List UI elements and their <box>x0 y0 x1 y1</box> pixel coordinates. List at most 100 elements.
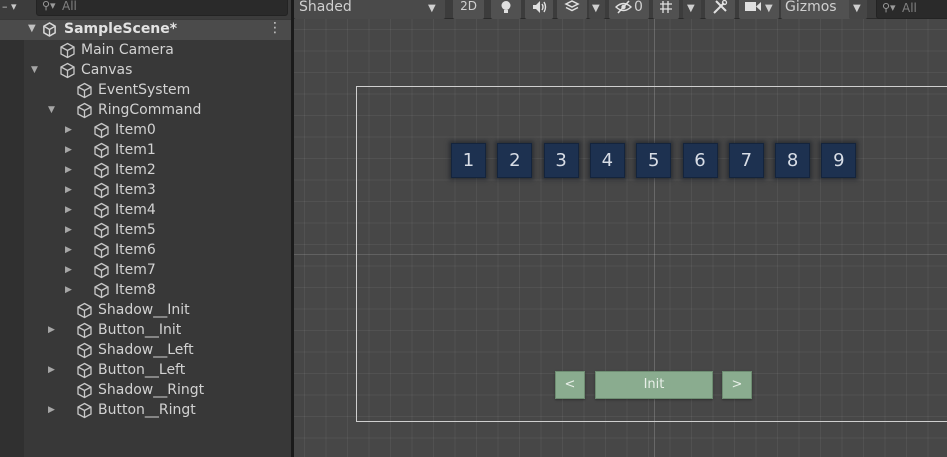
effects-toggle-button[interactable] <box>557 0 587 19</box>
more-options-icon[interactable]: ⋮ <box>268 20 282 36</box>
expand-arrow-icon[interactable]: ▼ <box>48 100 55 120</box>
chevron-down-icon: ▼ <box>687 3 695 14</box>
chevron-down-icon: ▼ <box>853 3 861 14</box>
lightbulb-icon <box>501 1 511 13</box>
expand-arrow-icon[interactable]: ▼ <box>28 23 36 34</box>
gameobject-cube-icon <box>76 382 93 399</box>
eye-hidden-icon <box>615 0 632 14</box>
hierarchy-item-label: Main Camera <box>81 42 174 58</box>
hierarchy-item[interactable]: ▶ Item8 <box>0 280 292 300</box>
hierarchy-item[interactable]: ▼ Canvas <box>0 60 292 80</box>
scene-root-row[interactable]: ▼ SampleScene* ⋮ <box>0 20 292 40</box>
hierarchy-item-label: Shadow__Left <box>98 342 194 358</box>
hierarchy-item[interactable]: ▶ Item5 <box>0 220 292 240</box>
collapse-arrow-icon[interactable]: ▶ <box>65 200 72 220</box>
hierarchy-item[interactable]: ▶ Button__Init <box>0 320 292 340</box>
toggle-2d-button[interactable]: 2D <box>453 0 484 19</box>
gameobject-cube-icon <box>93 162 110 179</box>
scene-name: SampleScene* <box>64 21 178 37</box>
chevron-down-icon: ▼ <box>428 3 436 14</box>
scene-view[interactable]: Shaded ▼ 2D ▼ 0 ▼ ▼ Gizmos ▼ ⚲▾ All 1 2 … <box>294 0 947 457</box>
gizmos-button[interactable]: Gizmos <box>781 0 853 19</box>
number-button[interactable]: 6 <box>682 143 718 178</box>
scene-search-input[interactable]: ⚲▾ All <box>876 0 947 19</box>
gameobject-cube-icon <box>76 342 93 359</box>
tools-icon <box>713 0 728 14</box>
gameobject-cube-icon <box>93 182 110 199</box>
hierarchy-item-label: Item3 <box>115 182 156 198</box>
collapse-arrow-icon[interactable]: ▶ <box>48 360 55 380</box>
search-icon: ⚲▾ <box>42 0 56 12</box>
hierarchy-item[interactable]: ▶ Item7 <box>0 260 292 280</box>
left-button[interactable]: < <box>555 371 585 399</box>
collapse-arrow-icon[interactable]: ▶ <box>65 140 72 160</box>
right-button[interactable]: > <box>722 371 752 399</box>
hierarchy-item[interactable]: ▶ Item4 <box>0 200 292 220</box>
collapse-arrow-icon[interactable]: ▶ <box>65 120 72 140</box>
chevron-down-icon: ▼ <box>592 3 600 14</box>
number-button[interactable]: 2 <box>497 143 533 178</box>
number-button[interactable]: 9 <box>821 143 857 178</box>
audio-toggle-button[interactable] <box>525 0 553 19</box>
gizmos-dropdown-button[interactable]: ▼ <box>849 0 867 19</box>
number-button[interactable]: 8 <box>775 143 811 178</box>
hierarchy-item[interactable]: ▶ Button__Ringt <box>0 400 292 420</box>
lighting-toggle-button[interactable] <box>491 0 521 19</box>
toggle-2d-label: 2D <box>460 0 477 13</box>
collapse-arrow-icon[interactable]: ▶ <box>65 260 72 280</box>
init-button[interactable]: Init <box>595 371 713 399</box>
shading-mode-dropdown[interactable]: Shaded ▼ <box>294 0 445 19</box>
hierarchy-item[interactable]: ▶ Button__Left <box>0 360 292 380</box>
collapse-arrow-icon[interactable]: ▶ <box>65 280 72 300</box>
create-dropdown-button[interactable]: – ▾ <box>0 0 26 17</box>
gameobject-cube-icon <box>93 282 110 299</box>
chevron-down-icon: ▼ <box>765 3 773 14</box>
tools-button[interactable] <box>705 0 735 19</box>
grid-snap-button[interactable] <box>653 0 679 19</box>
gizmos-label: Gizmos <box>785 0 837 15</box>
hierarchy-item[interactable]: ▶ Item3 <box>0 180 292 200</box>
hierarchy-item[interactable]: ▼ RingCommand <box>0 100 292 120</box>
hidden-count: 0 <box>634 0 643 15</box>
expand-arrow-icon[interactable]: ▼ <box>31 60 38 80</box>
collapse-arrow-icon[interactable]: ▶ <box>48 320 55 340</box>
hierarchy-item[interactable]: Shadow__Left <box>0 340 292 360</box>
collapse-arrow-icon[interactable]: ▶ <box>65 240 72 260</box>
gameobject-cube-icon <box>93 242 110 259</box>
hierarchy-item[interactable]: Shadow__Init <box>0 300 292 320</box>
scene-toolbar: Shaded ▼ 2D ▼ 0 ▼ ▼ Gizmos ▼ ⚲▾ All <box>294 0 947 19</box>
unity-scene-icon <box>43 22 56 37</box>
collapse-arrow-icon[interactable]: ▶ <box>65 160 72 180</box>
collapse-arrow-icon[interactable]: ▶ <box>65 180 72 200</box>
hierarchy-item[interactable]: ▶ Item0 <box>0 120 292 140</box>
camera-settings-button[interactable]: ▼ <box>739 0 779 19</box>
collapse-arrow-icon[interactable]: ▶ <box>65 220 72 240</box>
hierarchy-item[interactable]: ▶ Item2 <box>0 160 292 180</box>
hierarchy-item[interactable]: EventSystem <box>0 80 292 100</box>
hierarchy-item[interactable]: Main Camera <box>0 40 292 60</box>
gameobject-cube-icon <box>93 202 110 219</box>
collapse-arrow-icon[interactable]: ▶ <box>48 400 55 420</box>
grid-dropdown-button[interactable]: ▼ <box>683 0 701 19</box>
effects-dropdown-button[interactable]: ▼ <box>589 0 605 19</box>
hierarchy-item-label: EventSystem <box>98 82 191 98</box>
scene-search-placeholder: All <box>902 1 917 15</box>
hierarchy-item-label: Item8 <box>115 282 156 298</box>
hierarchy-panel: – ▾ ⚲▾ All ▼ SampleScene* ⋮ Main Camera ▼… <box>0 0 292 457</box>
gameobject-cube-icon <box>93 262 110 279</box>
hierarchy-search-input[interactable]: ⚲▾ All <box>36 0 288 16</box>
hierarchy-item-label: Button__Init <box>98 322 182 338</box>
number-button[interactable]: 1 <box>451 143 486 178</box>
hierarchy-item-label: RingCommand <box>98 102 202 118</box>
number-button[interactable]: 7 <box>728 143 764 178</box>
hierarchy-item-label: Shadow__Init <box>98 302 190 318</box>
hierarchy-item[interactable]: Shadow__Ringt <box>0 380 292 400</box>
hierarchy-item[interactable]: ▶ Item6 <box>0 240 292 260</box>
scene-visibility-toggle[interactable]: 0 <box>609 0 649 19</box>
hierarchy-item[interactable]: ▶ Item1 <box>0 140 292 160</box>
number-button[interactable]: 3 <box>543 143 579 178</box>
gameobject-cube-icon <box>76 102 93 119</box>
number-button[interactable]: 4 <box>589 143 625 178</box>
hierarchy-item-label: Item7 <box>115 262 156 278</box>
number-button[interactable]: 5 <box>636 143 672 178</box>
